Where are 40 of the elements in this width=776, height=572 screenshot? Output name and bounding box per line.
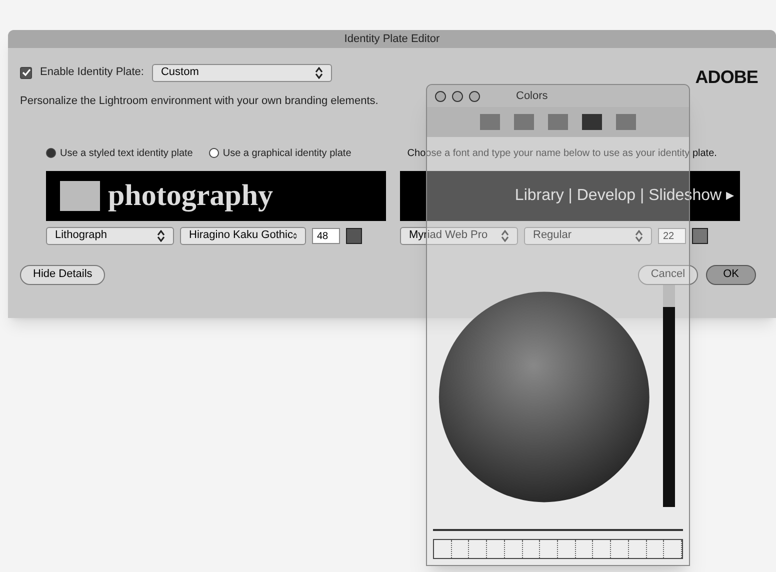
hide-details-button[interactable]: Hide Details [20, 264, 106, 284]
swatch-slot[interactable] [487, 540, 505, 558]
swatch-slot[interactable] [558, 540, 576, 558]
preset-select[interactable]: Custom [152, 64, 332, 82]
window-title: Identity Plate Editor [344, 32, 440, 47]
enable-checkbox[interactable] [20, 66, 32, 78]
color-swatch[interactable] [692, 228, 708, 244]
swatch-slot[interactable] [628, 540, 647, 558]
cancel-button[interactable]: Cancel [638, 264, 698, 284]
window-title: Colors [516, 88, 548, 104]
font-size-field[interactable]: 22 [658, 228, 686, 244]
stepper-icon [501, 230, 509, 242]
swatch-slot[interactable] [646, 540, 664, 558]
swatch-slot[interactable] [504, 540, 523, 558]
font-family-select[interactable]: Lithograph [46, 226, 174, 244]
swatch-slot[interactable] [540, 540, 558, 558]
adobe-logo: ADOBE [695, 66, 758, 89]
swatch-slot[interactable] [469, 540, 488, 558]
font-size-field[interactable]: 48 [312, 228, 340, 244]
plate-radio[interactable]: Use a styled text identity plate [46, 146, 193, 160]
swatch-slot[interactable] [452, 540, 470, 558]
swatch-slot[interactable] [593, 540, 612, 558]
stepper-icon [635, 230, 643, 242]
checkmark-icon [22, 68, 30, 77]
swatch-slot[interactable] [576, 540, 594, 558]
ok-button[interactable]: OK [706, 264, 756, 284]
font-style-select[interactable]: Regular [524, 226, 652, 244]
stepper-icon [157, 230, 165, 242]
swatch-slot[interactable] [434, 540, 452, 558]
swatch-slot[interactable] [611, 540, 629, 558]
font-style-select[interactable]: Hiragino Kaku Gothic [180, 226, 306, 244]
description-text: Personalize the Lightroom environment with your own branding elements. [20, 94, 378, 109]
logo-graphic [60, 180, 100, 210]
color-swatch[interactable] [346, 228, 362, 244]
plate-text[interactable]: photography [108, 173, 274, 218]
swatch-slot[interactable] [664, 540, 682, 558]
enable-label: Enable Identity Plate: [40, 65, 144, 80]
stepper-icon [314, 66, 323, 78]
swatch-slot[interactable] [522, 540, 540, 558]
plate-radio[interactable]: Use a graphical identity plate [208, 146, 352, 160]
